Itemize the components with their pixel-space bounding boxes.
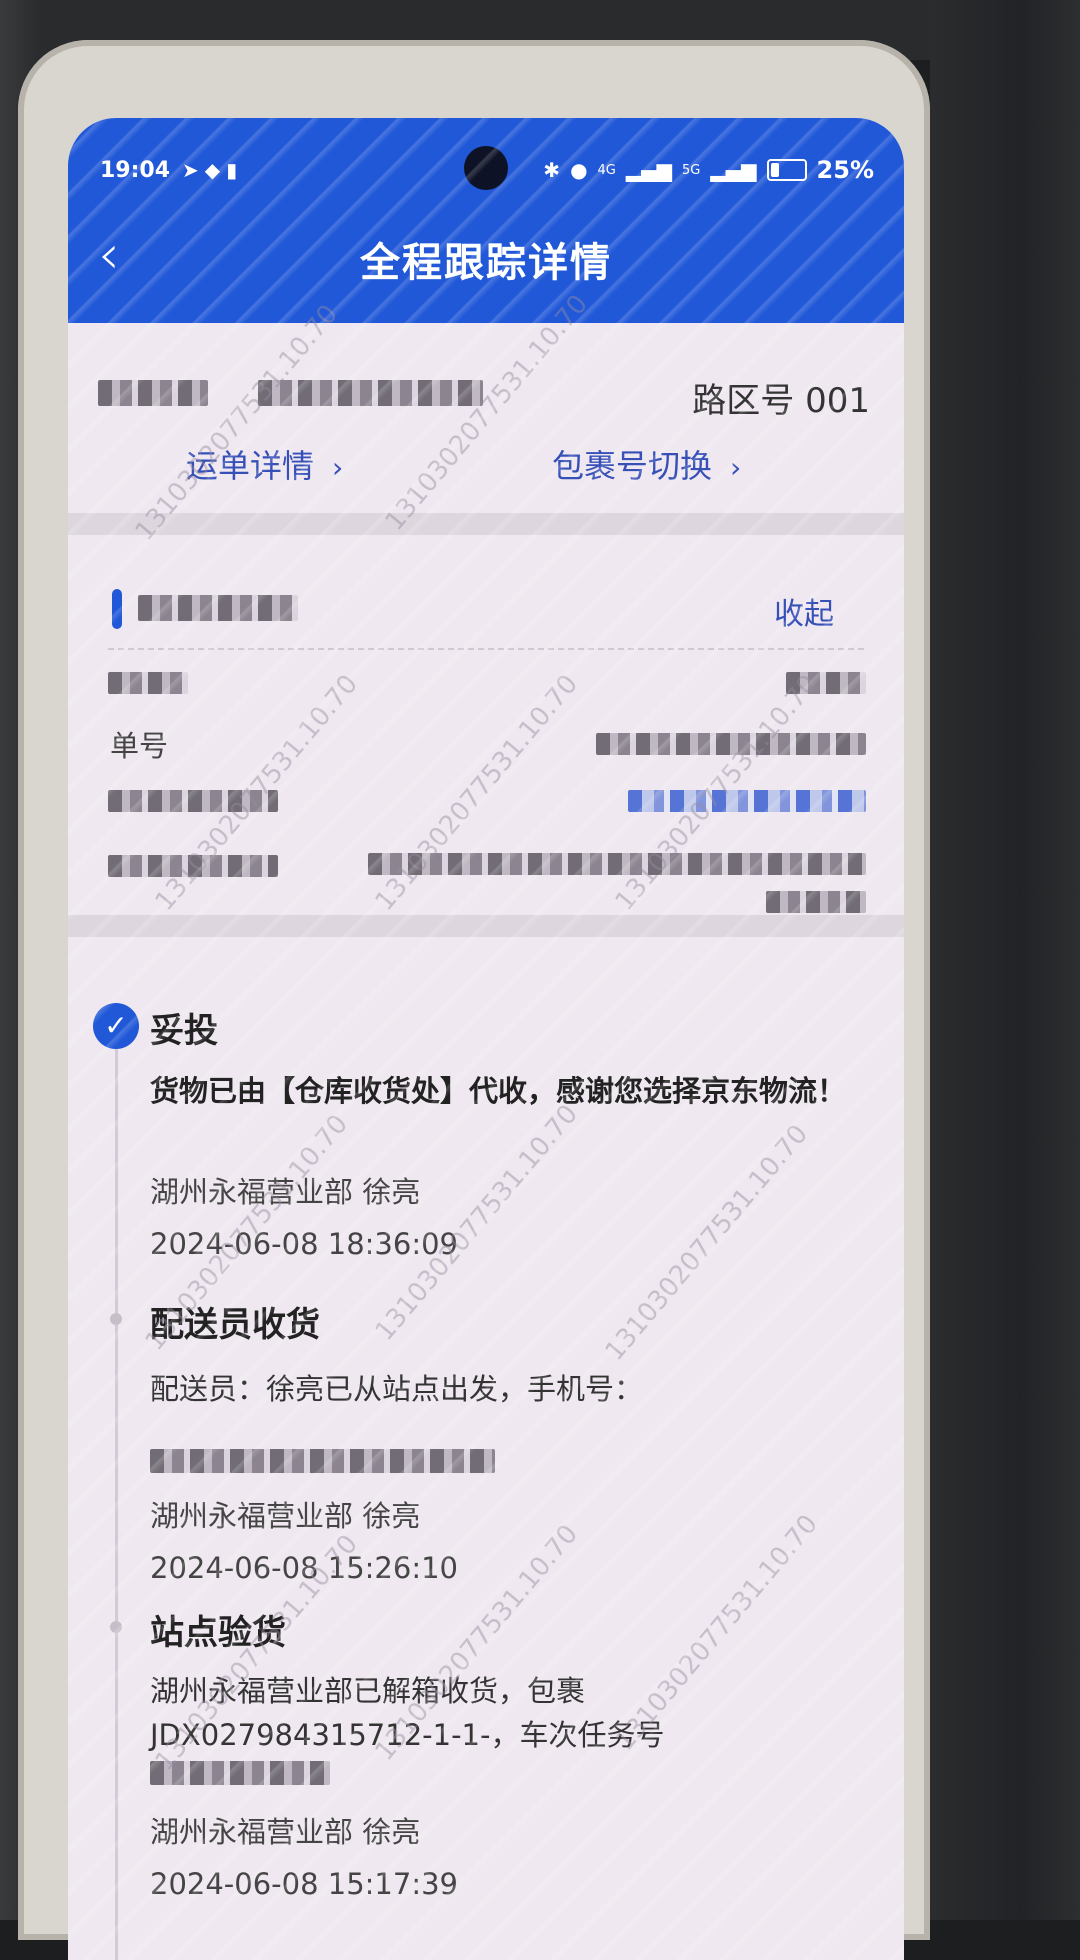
redacted-address-2 (258, 380, 483, 406)
redacted-address-value (368, 853, 866, 875)
timeline-dot (110, 1313, 122, 1325)
order-number-label: 单号 (110, 729, 169, 763)
redacted-phone-link[interactable] (628, 790, 866, 812)
chevron-right-icon: › (332, 451, 344, 484)
redacted-field-3 (108, 855, 278, 877)
front-camera (464, 146, 508, 190)
waybill-detail-link[interactable]: 运单详情 › (186, 441, 343, 487)
event-time: 2024-06-08 18:36:09 (150, 1227, 458, 1261)
redacted-address (98, 380, 208, 406)
signal-icon-2: ▂▄▆ (710, 158, 757, 182)
redacted-address-tail (766, 891, 866, 913)
location-icon: ● (570, 158, 588, 182)
waybill-detail-label: 运单详情 (186, 447, 315, 485)
signal-icon: ▂▄▆ (625, 158, 673, 182)
zone-number: 路区号 001 (692, 381, 870, 421)
check-icon: ✓ (93, 1003, 139, 1049)
status-time: 19:04 (100, 157, 171, 183)
package-switch-link[interactable]: 包裹号切换 › (552, 441, 741, 487)
bluetooth-icon: ✱ (543, 158, 561, 182)
order-detail-card: 收起 单号 (68, 535, 904, 915)
event-title: 配送员收货 (150, 1305, 320, 1345)
redacted-value-1 (786, 672, 866, 694)
collapse-button[interactable]: 收起 (774, 589, 834, 633)
page-title: 全程跟踪详情 (360, 240, 612, 286)
chevron-right-icon: › (730, 451, 742, 484)
phone-body: 19:04 ➤◆▮ ✱ ● 4G ▂▄▆ 5G ▂▄▆ 25% ‹ 全程跟踪详情 (18, 40, 930, 1960)
background-car-seat (930, 0, 1080, 1920)
section-divider-2 (68, 915, 904, 937)
battery-icon (766, 159, 807, 181)
package-switch-label: 包裹号切换 (552, 447, 713, 485)
event-description: 配送员：徐亮已从站点出发，手机号： (150, 1372, 644, 1406)
event-title: 站点验货 (150, 1613, 286, 1653)
app-header: 19:04 ➤◆▮ ✱ ● 4G ▂▄▆ 5G ▂▄▆ 25% ‹ 全程跟踪详情 (68, 118, 904, 323)
event-operator: 湖州永福营业部 徐亮 (150, 1175, 421, 1209)
redacted-field-1 (108, 672, 188, 694)
dashed-divider (108, 648, 864, 650)
event-description: 货物已由【仓库收货处】代收，感谢您选择京东物流！ (150, 1074, 847, 1108)
status-right: ✱ ● 4G ▂▄▆ 5G ▂▄▆ 25% (543, 156, 874, 184)
event-time: 2024-06-08 15:17:39 (150, 1867, 458, 1901)
summary-card: 路区号 001 运单详情 › 包裹号切换 › (68, 323, 904, 513)
section-accent-bar (112, 589, 122, 629)
section-divider (68, 513, 904, 535)
redacted-phone-number (150, 1449, 495, 1473)
timeline-line (115, 1037, 118, 1960)
event-description: 湖州永福营业部已解箱收货，包裹JDX027984315712-1-1-，车次任务… (150, 1674, 665, 1752)
phone-screen: 19:04 ➤◆▮ ✱ ● 4G ▂▄▆ 5G ▂▄▆ 25% ‹ 全程跟踪详情 (68, 118, 904, 1960)
redacted-order-number (596, 733, 866, 755)
event-operator: 湖州永福营业部 徐亮 (150, 1499, 421, 1533)
redacted-task-number (150, 1761, 330, 1785)
event-operator: 湖州永福营业部 徐亮 (150, 1815, 421, 1849)
signal-4g: 4G (597, 162, 616, 178)
timeline-dot (110, 1621, 122, 1633)
redacted-name (138, 595, 298, 621)
tracking-timeline: ✓ 妥投 货物已由【仓库收货处】代收，感谢您选择京东物流！ 湖州永福营业部 徐亮… (68, 937, 904, 1960)
event-time: 2024-06-08 15:26:10 (150, 1551, 458, 1585)
battery-percent: 25% (816, 156, 874, 184)
notification-icons: ➤◆▮ (182, 158, 244, 182)
signal-5g: 5G (682, 162, 701, 178)
redacted-field-2 (108, 790, 278, 812)
event-title: 妥投 (150, 1011, 218, 1051)
